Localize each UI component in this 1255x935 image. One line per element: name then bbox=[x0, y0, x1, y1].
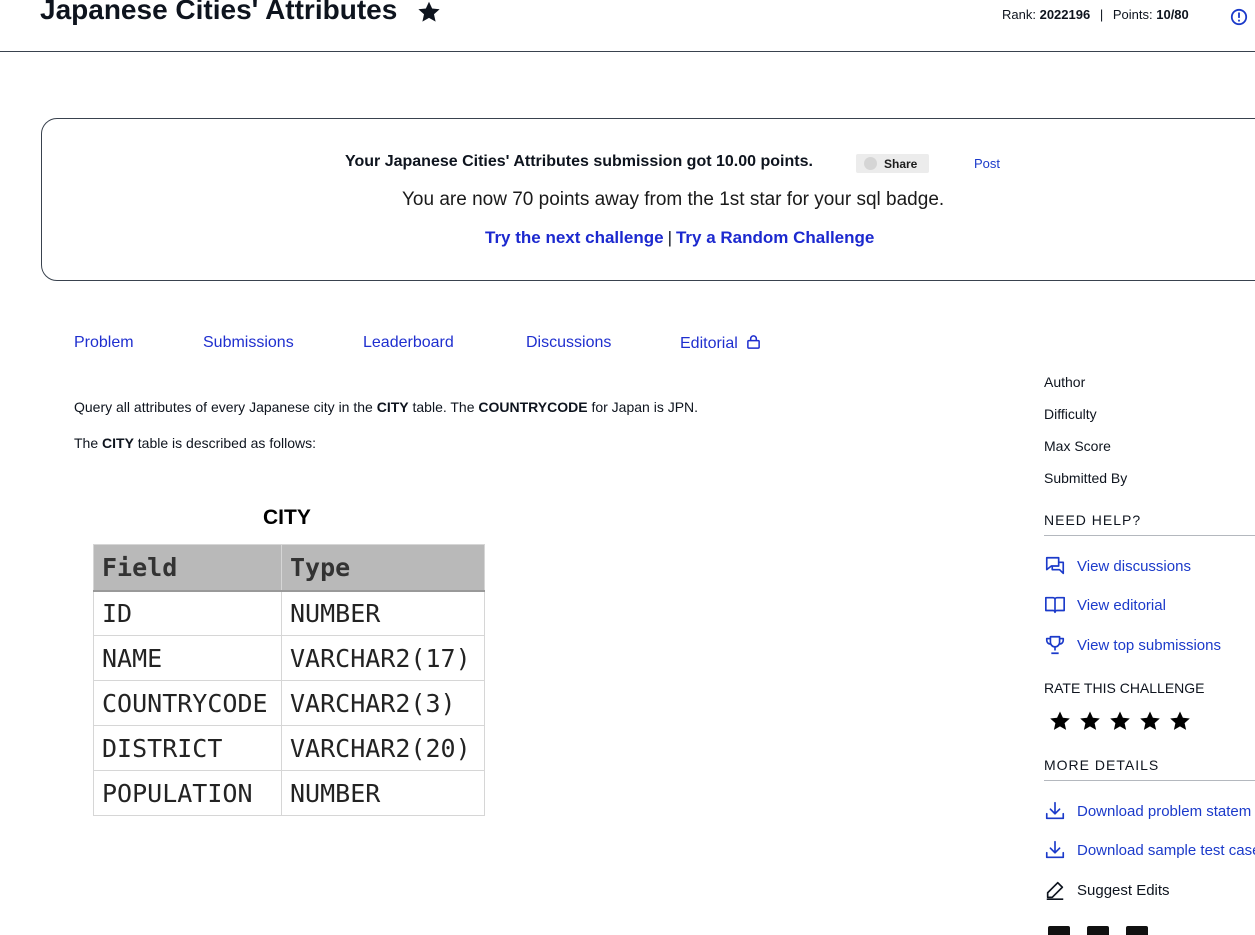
view-editorial-label: View editorial bbox=[1077, 596, 1166, 614]
download-sample-test-cases-label: Download sample test case bbox=[1077, 841, 1255, 859]
need-help-heading: NEED HELP? bbox=[1044, 512, 1255, 536]
points-away-text: You are now 70 points away from the 1st … bbox=[402, 189, 945, 210]
tab-discussions[interactable]: Discussions bbox=[526, 334, 611, 352]
statement-text: Query all attributes of every Japanese c… bbox=[74, 399, 377, 415]
type-cell: NUMBER bbox=[281, 590, 485, 636]
page-header: Japanese Cities' Attributes Rank: 202219… bbox=[0, 0, 1255, 52]
type-cell: VARCHAR2(3) bbox=[281, 680, 485, 726]
facebook-share-button[interactable]: Share bbox=[856, 154, 929, 173]
statement-table-name: CITY bbox=[376, 399, 409, 415]
meta-submitted-by-label: Submitted By bbox=[1044, 470, 1128, 486]
table-header-row: Field Type bbox=[93, 544, 485, 592]
share-label: Share bbox=[884, 156, 918, 171]
type-cell: NUMBER bbox=[281, 770, 485, 816]
submission-result-text: Your Japanese Cities' Attributes submiss… bbox=[345, 153, 813, 170]
discussions-icon bbox=[1045, 556, 1065, 575]
random-challenge-link[interactable]: Try a Random Challenge bbox=[676, 228, 874, 247]
tab-editorial-label: Editorial bbox=[680, 335, 738, 352]
next-challenge-link[interactable]: Try the next challenge bbox=[485, 228, 664, 247]
table-row: COUNTRYCODE VARCHAR2(3) bbox=[93, 680, 485, 726]
description-table-name: CITY bbox=[102, 435, 134, 451]
page-title: Japanese Cities' Attributes bbox=[40, 0, 398, 25]
bookmark-star-icon[interactable] bbox=[416, 0, 442, 25]
field-cell: POPULATION bbox=[93, 770, 282, 816]
statement-column-name: COUNTRYCODE bbox=[478, 399, 588, 415]
field-cell: DISTRICT bbox=[93, 725, 282, 771]
table-row: POPULATION NUMBER bbox=[93, 770, 485, 816]
download-icon bbox=[1045, 801, 1065, 820]
download-icon bbox=[1045, 840, 1065, 859]
table-description: The CITY table is described as follows: bbox=[74, 435, 316, 451]
facebook-icon bbox=[864, 157, 877, 170]
statement-text: for Japan is JPN. bbox=[587, 399, 699, 415]
lock-icon bbox=[747, 335, 761, 349]
tab-submissions[interactable]: Submissions bbox=[203, 334, 294, 352]
meta-difficulty-label: Difficulty bbox=[1044, 406, 1097, 422]
rating-stars bbox=[1048, 709, 1198, 733]
view-discussions-label: View discussions bbox=[1077, 557, 1191, 575]
points-label: Points: bbox=[1112, 7, 1153, 22]
type-cell: VARCHAR2(20) bbox=[281, 725, 485, 771]
more-details-heading: MORE DETAILS bbox=[1044, 757, 1255, 781]
trophy-icon bbox=[1045, 635, 1065, 655]
view-top-submissions-label: View top submissions bbox=[1077, 636, 1221, 654]
view-discussions-link[interactable]: View discussions bbox=[1044, 555, 1191, 577]
rate-challenge-heading: RATE THIS CHALLENGE bbox=[1044, 680, 1205, 696]
download-sample-test-cases-link[interactable]: Download sample test case bbox=[1044, 839, 1255, 861]
type-cell: VARCHAR2(17) bbox=[281, 635, 485, 681]
meta-author-label: Author bbox=[1044, 374, 1086, 390]
city-table-title: CITY bbox=[263, 506, 311, 529]
rating-star-icon[interactable] bbox=[1168, 709, 1192, 733]
rank-label: Rank: bbox=[1002, 7, 1036, 22]
field-cell: NAME bbox=[93, 635, 282, 681]
field-cell: COUNTRYCODE bbox=[93, 680, 282, 726]
rank-value: 2022196 bbox=[1039, 7, 1091, 22]
book-icon bbox=[1045, 596, 1065, 614]
rank-points: Rank: 2022196 | Points: 10/80 bbox=[1002, 7, 1189, 22]
table-row: ID NUMBER bbox=[93, 590, 485, 636]
view-editorial-link[interactable]: View editorial bbox=[1044, 594, 1166, 616]
social-share-icons bbox=[1048, 926, 1165, 935]
download-problem-statement-label: Download problem statem bbox=[1077, 802, 1252, 820]
description-text: The bbox=[74, 435, 103, 451]
suggest-edits-link[interactable]: Suggest Edits bbox=[1044, 879, 1170, 901]
link-separator: | bbox=[667, 228, 672, 247]
description-text: table is described as follows: bbox=[133, 435, 316, 451]
table-row: NAME VARCHAR2(17) bbox=[93, 635, 485, 681]
rating-star-icon[interactable] bbox=[1108, 709, 1132, 733]
tab-problem[interactable]: Problem bbox=[74, 334, 134, 352]
problem-statement: Query all attributes of every Japanese c… bbox=[74, 399, 698, 415]
rating-star-icon[interactable] bbox=[1138, 709, 1162, 733]
suggest-edits-label: Suggest Edits bbox=[1077, 881, 1170, 899]
view-top-submissions-link[interactable]: View top submissions bbox=[1044, 634, 1221, 656]
statement-text: table. The bbox=[408, 399, 479, 415]
challenge-links: Try the next challenge | Try a Random Chal… bbox=[485, 228, 874, 248]
info-icon[interactable] bbox=[1230, 8, 1248, 26]
tab-editorial[interactable]: Editorial bbox=[680, 334, 761, 353]
rank-separator: | bbox=[1099, 7, 1104, 22]
rating-star-icon[interactable] bbox=[1078, 709, 1102, 733]
meta-max-score-label: Max Score bbox=[1044, 438, 1111, 454]
download-problem-statement-link[interactable]: Download problem statem bbox=[1044, 800, 1251, 822]
facebook-icon[interactable] bbox=[1048, 926, 1070, 935]
tab-leaderboard[interactable]: Leaderboard bbox=[363, 334, 454, 352]
twitter-icon[interactable] bbox=[1087, 926, 1109, 935]
city-schema-table: Field Type ID NUMBER NAME VARCHAR2(17) C… bbox=[93, 544, 485, 816]
field-cell: ID bbox=[93, 590, 282, 636]
pencil-icon bbox=[1046, 881, 1064, 900]
column-header: Type bbox=[281, 544, 485, 592]
points-value: 10/80 bbox=[1156, 7, 1189, 22]
post-link[interactable]: Post bbox=[974, 156, 1000, 171]
table-row: DISTRICT VARCHAR2(20) bbox=[93, 725, 485, 771]
linkedin-icon[interactable] bbox=[1126, 926, 1148, 935]
column-header: Field bbox=[93, 544, 282, 592]
rating-star-icon[interactable] bbox=[1048, 709, 1072, 733]
